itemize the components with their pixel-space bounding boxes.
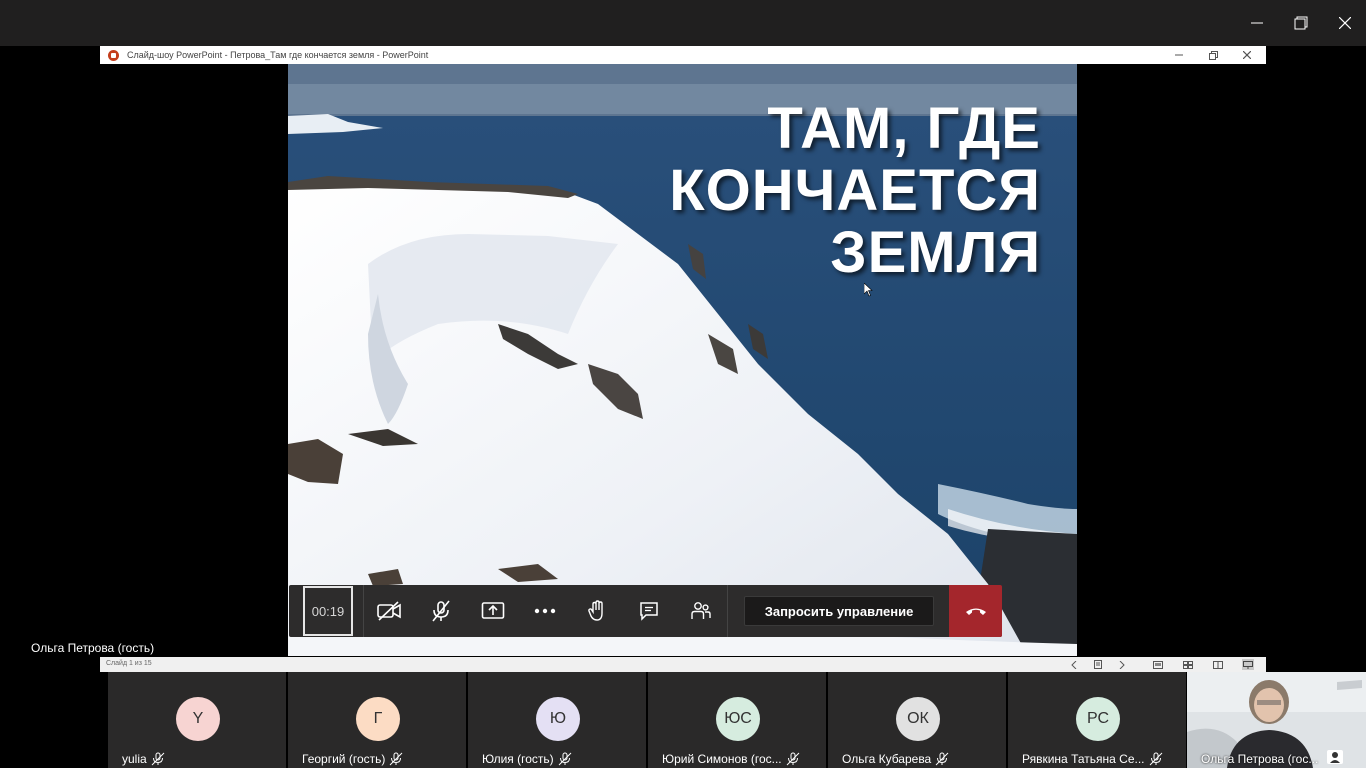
meeting-controls-bar: 00:19 Запросить управление bbox=[289, 585, 1002, 637]
participant-name: Георгий (гость) bbox=[302, 752, 403, 766]
slide-menu-icon[interactable] bbox=[1092, 659, 1104, 670]
participant-tile[interactable]: Г Георгий (гость) bbox=[288, 672, 466, 768]
raise-hand-icon bbox=[588, 600, 603, 621]
slide-sorter-icon[interactable] bbox=[1182, 659, 1194, 670]
ppt-status-bar: Слайд 1 из 15 bbox=[100, 657, 1266, 672]
slideshow-view-icon[interactable] bbox=[1242, 659, 1254, 670]
ppt-minimize-icon[interactable] bbox=[1162, 46, 1196, 64]
avatar: ОК bbox=[896, 697, 940, 741]
self-video-tile[interactable]: Ольга Петрова (гос... bbox=[1187, 672, 1366, 768]
teams-meeting-window: Слайд-шоу PowerPoint - Петрова_Там где к… bbox=[0, 0, 1366, 768]
slide-counter: Слайд 1 из 15 bbox=[106, 660, 152, 667]
previous-slide-icon[interactable] bbox=[1068, 659, 1080, 670]
request-control-button[interactable]: Запросить управление bbox=[744, 596, 934, 626]
chat-button[interactable] bbox=[623, 585, 675, 637]
avatar: ЮС bbox=[716, 697, 760, 741]
participant-name-text: Юрий Симонов (гос... bbox=[662, 752, 782, 766]
microphone-off-icon bbox=[432, 600, 450, 622]
more-options-icon bbox=[534, 608, 556, 614]
share-screen-button[interactable] bbox=[467, 585, 519, 637]
hang-up-button[interactable] bbox=[949, 585, 1002, 637]
mute-button[interactable] bbox=[415, 585, 467, 637]
microphone-off-icon bbox=[1149, 752, 1162, 766]
avatar: Y bbox=[176, 697, 220, 741]
microphone-off-icon bbox=[786, 752, 799, 766]
participant-tile[interactable]: Ю Юлия (гость) bbox=[468, 672, 646, 768]
powerpoint-logo-icon bbox=[108, 49, 119, 61]
hang-up-icon bbox=[965, 608, 986, 615]
minimize-icon[interactable] bbox=[1234, 0, 1280, 46]
microphone-off-icon bbox=[558, 752, 572, 766]
mouse-cursor-icon bbox=[864, 283, 873, 297]
participant-tile[interactable]: ОК Ольга Кубарева bbox=[828, 672, 1006, 768]
avatar: РС bbox=[1076, 697, 1120, 741]
presenter-name-label: Ольга Петрова (гость) bbox=[31, 641, 155, 655]
window-title-bar bbox=[0, 0, 1366, 46]
raise-hand-button[interactable] bbox=[571, 585, 623, 637]
participant-name-text: Георгий (гость) bbox=[302, 752, 386, 766]
normal-view-icon[interactable] bbox=[1152, 659, 1164, 670]
participants-strip: Y yulia Г Георгий (гость) Ю Юлия (гость)… bbox=[0, 672, 1366, 768]
share-screen-icon bbox=[481, 602, 505, 619]
ppt-title-bar: Слайд-шоу PowerPoint - Петрова_Там где к… bbox=[100, 46, 1266, 64]
camera-off-icon bbox=[377, 601, 401, 621]
avatar: Г bbox=[356, 697, 400, 741]
microphone-off-icon bbox=[151, 752, 165, 766]
participants-button[interactable] bbox=[675, 585, 727, 637]
participant-name-text: Рявкина Татьяна Се... bbox=[1022, 752, 1145, 766]
avatar: Ю bbox=[536, 697, 580, 741]
chat-icon bbox=[640, 602, 658, 621]
participant-name: Ольга Кубарева bbox=[842, 752, 949, 766]
participants-icon bbox=[691, 602, 711, 619]
microphone-off-icon bbox=[390, 752, 403, 766]
participant-tile[interactable]: Y yulia bbox=[108, 672, 286, 768]
participant-name: Юлия (гость) bbox=[482, 752, 572, 766]
participant-name-text: Ольга Кубарева bbox=[842, 752, 932, 766]
camera-off-button[interactable] bbox=[363, 585, 415, 637]
next-slide-icon[interactable] bbox=[1116, 659, 1128, 670]
ppt-window-title: Слайд-шоу PowerPoint - Петрова_Там где к… bbox=[127, 50, 429, 60]
toolbar-divider bbox=[727, 585, 728, 637]
participant-name: Рявкина Татьяна Се... bbox=[1022, 752, 1163, 766]
participant-name: yulia bbox=[122, 752, 165, 766]
participant-tile[interactable]: ЮС Юрий Симонов (гос... bbox=[648, 672, 826, 768]
self-name-label: Ольга Петрова (гос... bbox=[1201, 752, 1319, 766]
ppt-restore-icon[interactable] bbox=[1196, 46, 1230, 64]
microphone-off-icon bbox=[935, 752, 949, 766]
close-icon[interactable] bbox=[1322, 0, 1366, 46]
reading-view-icon[interactable] bbox=[1212, 659, 1224, 670]
slide-title: ТАМ, ГДЕ КОНЧАЕТСЯ ЗЕМЛЯ bbox=[669, 96, 1041, 285]
participant-name: Юрий Симонов (гос... bbox=[662, 752, 800, 766]
participant-tile[interactable]: РС Рявкина Татьяна Се... bbox=[1008, 672, 1186, 768]
more-actions-button[interactable] bbox=[519, 585, 571, 637]
restore-icon[interactable] bbox=[1278, 0, 1324, 46]
participant-name-text: yulia bbox=[122, 752, 147, 766]
participant-name-text: Юлия (гость) bbox=[482, 752, 554, 766]
ppt-close-icon[interactable] bbox=[1230, 46, 1264, 64]
call-duration-timer: 00:19 bbox=[303, 586, 353, 636]
presentation-slide: ТАМ, ГДЕ КОНЧАЕТСЯ ЗЕМЛЯ bbox=[288, 64, 1077, 656]
